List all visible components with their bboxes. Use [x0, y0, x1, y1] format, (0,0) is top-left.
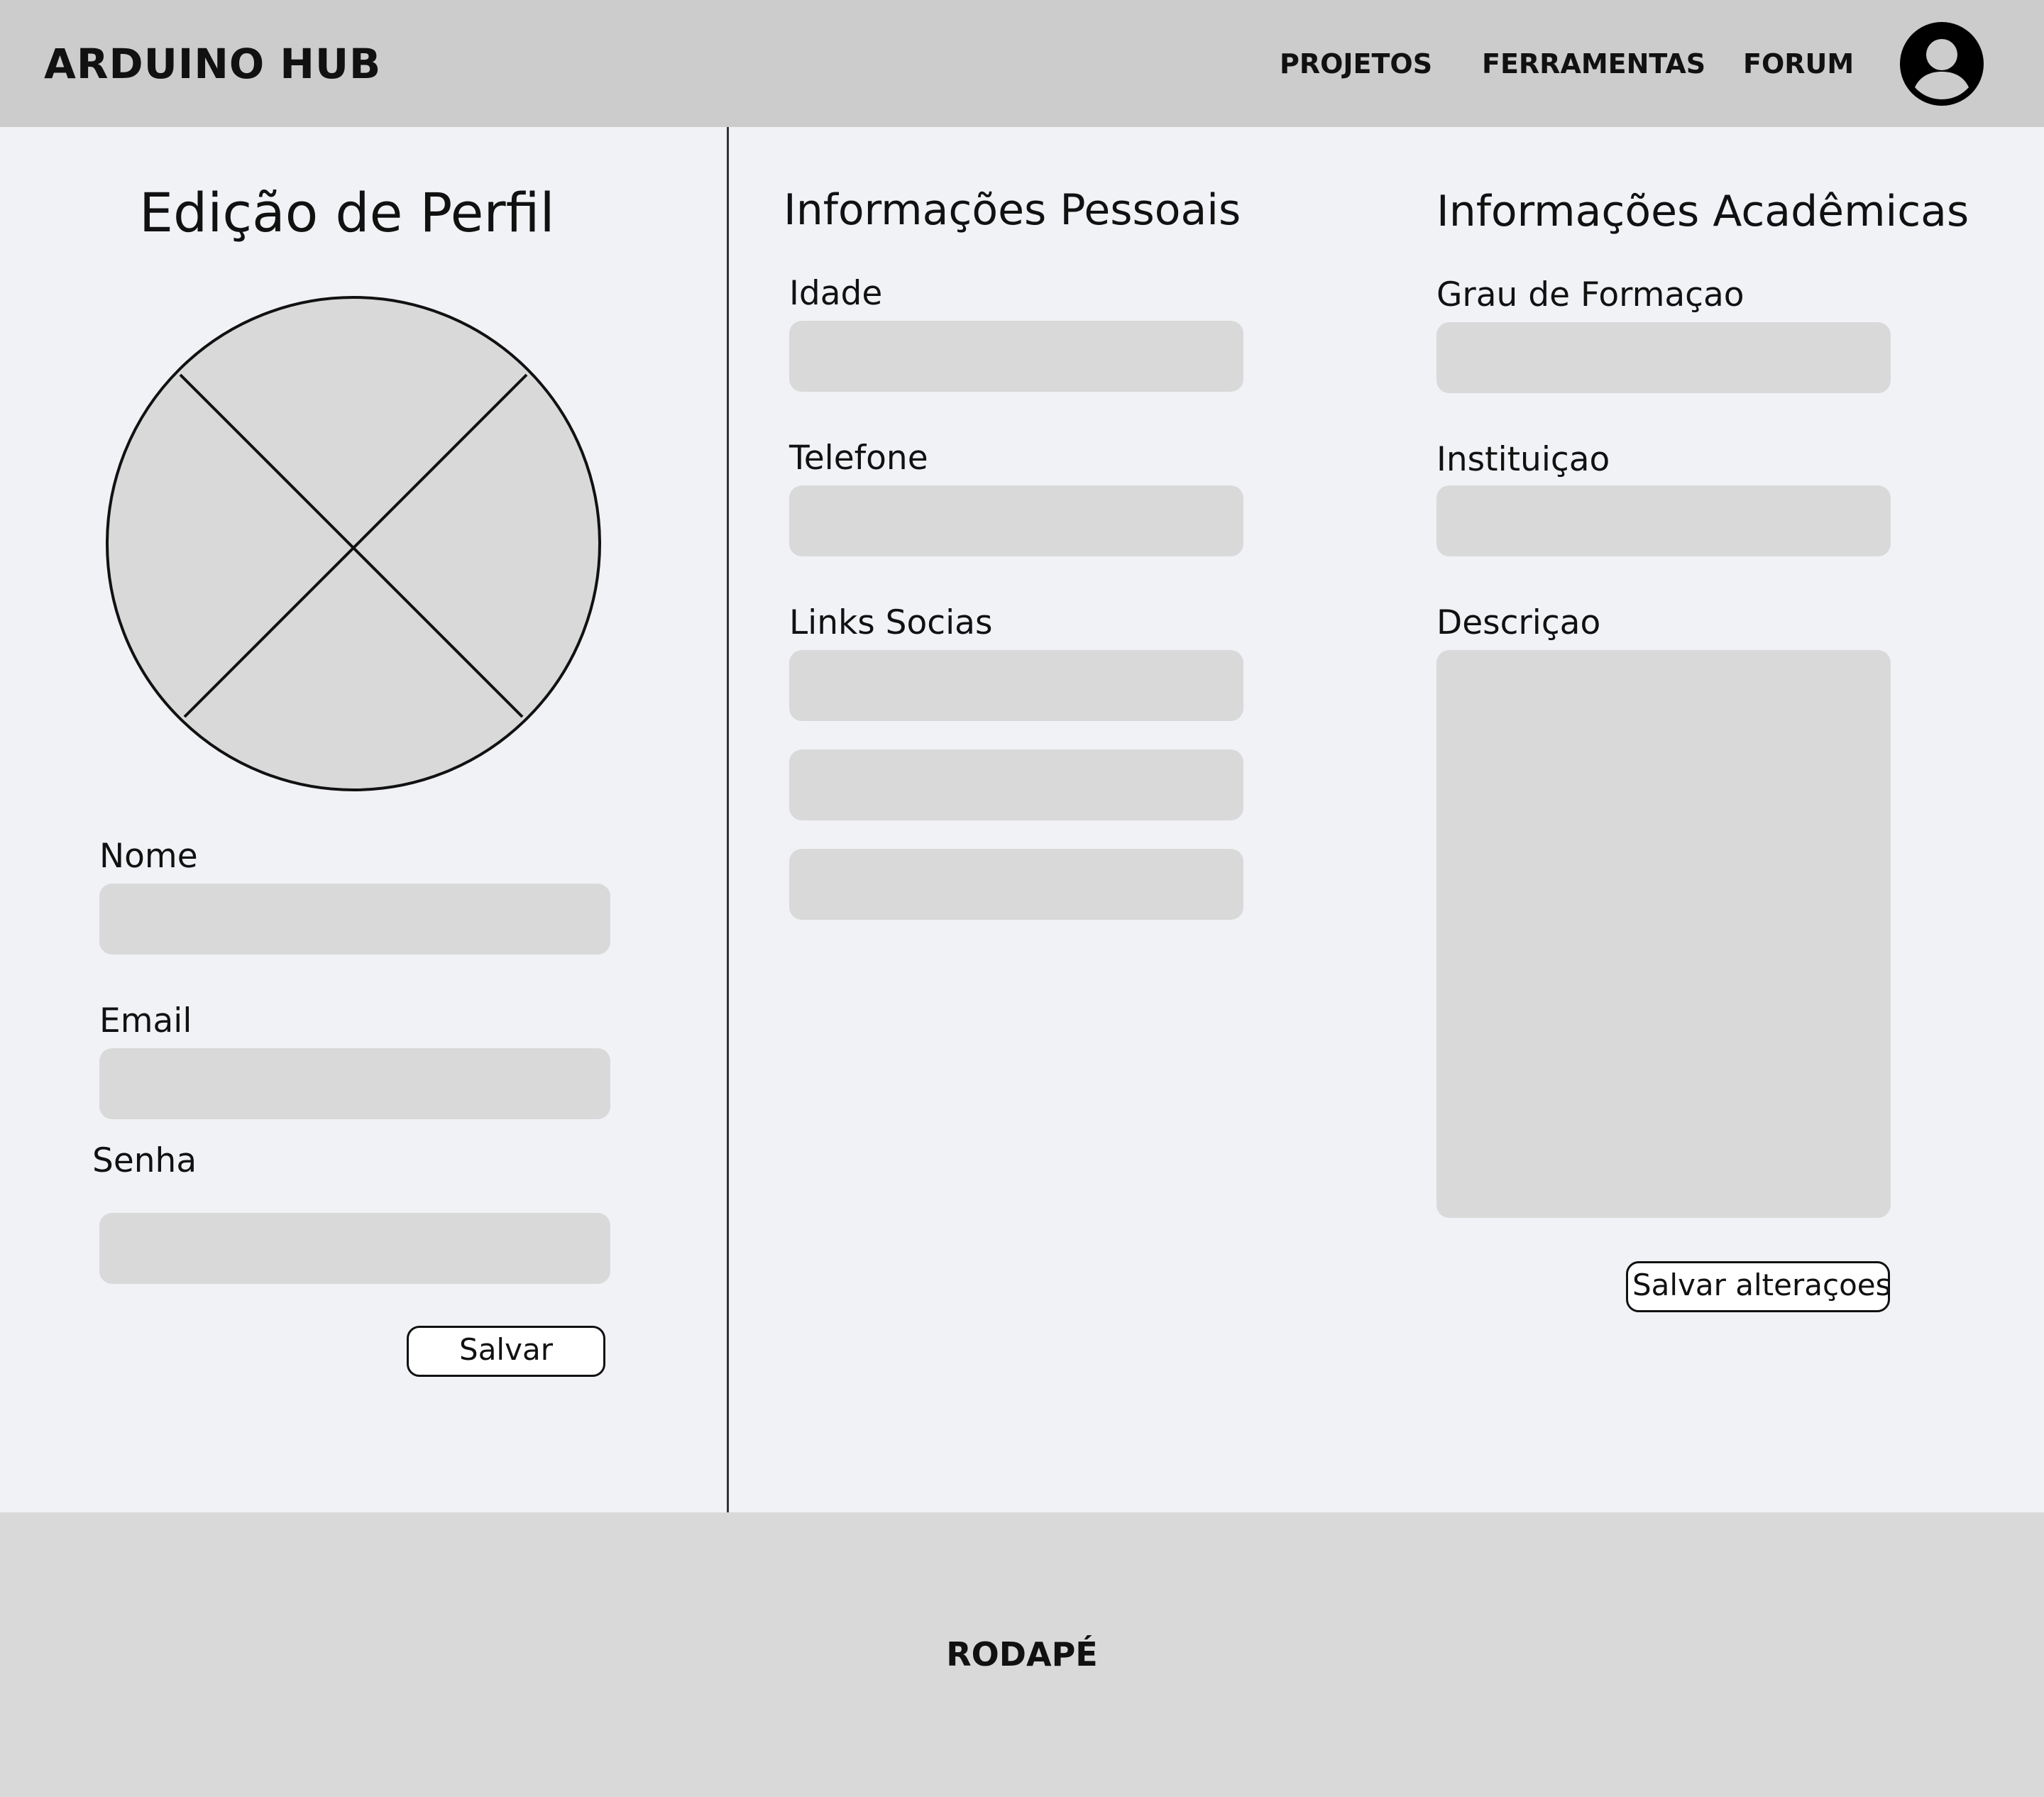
social-link-input-1[interactable] [789, 650, 1243, 721]
nome-input[interactable] [99, 884, 610, 955]
senha-label: Senha [92, 1141, 197, 1180]
site-logo[interactable]: ARDUINO HUB [44, 37, 381, 91]
descricao-label: Descriçao [1436, 603, 1601, 642]
email-input[interactable] [99, 1048, 610, 1119]
page-title: Edição de Perfil [139, 181, 555, 244]
nav-link-ferramentas[interactable]: FERRAMENTAS [1482, 44, 1705, 84]
footer-text: RODAPÉ [946, 1635, 1098, 1674]
instituicao-label: Instituiçao [1436, 440, 1610, 479]
column-divider [727, 127, 729, 1512]
nav-link-projetos[interactable]: PROJETOS [1280, 44, 1432, 84]
descricao-textarea[interactable] [1436, 650, 1891, 1218]
top-navbar: ARDUINO HUB PROJETOS FERRAMENTAS FORUM [0, 0, 2044, 127]
user-avatar-icon[interactable] [1899, 21, 1984, 106]
idade-input[interactable] [789, 321, 1243, 392]
email-label: Email [99, 1001, 192, 1040]
nome-label: Nome [99, 837, 198, 876]
social-link-input-3[interactable] [789, 849, 1243, 920]
grau-formacao-input[interactable] [1436, 322, 1891, 393]
telefone-label: Telefone [789, 439, 928, 478]
idade-label: Idade [789, 274, 883, 313]
academic-info-title: Informações Acadêmicas [1436, 187, 1969, 236]
nav-link-forum[interactable]: FORUM [1743, 44, 1854, 84]
instituicao-input[interactable] [1436, 485, 1891, 556]
save-changes-button[interactable]: Salvar alteraçoes [1626, 1261, 1891, 1312]
personal-info-title: Informações Pessoais [784, 185, 1241, 235]
save-button[interactable]: Salvar [407, 1326, 605, 1377]
senha-input[interactable] [99, 1213, 610, 1284]
social-link-input-2[interactable] [789, 749, 1243, 820]
image-placeholder-icon[interactable] [105, 295, 602, 792]
telefone-input[interactable] [789, 485, 1243, 556]
grau-formacao-label: Grau de Formaçao [1436, 275, 1744, 314]
links-sociais-label: Links Socias [789, 603, 993, 642]
